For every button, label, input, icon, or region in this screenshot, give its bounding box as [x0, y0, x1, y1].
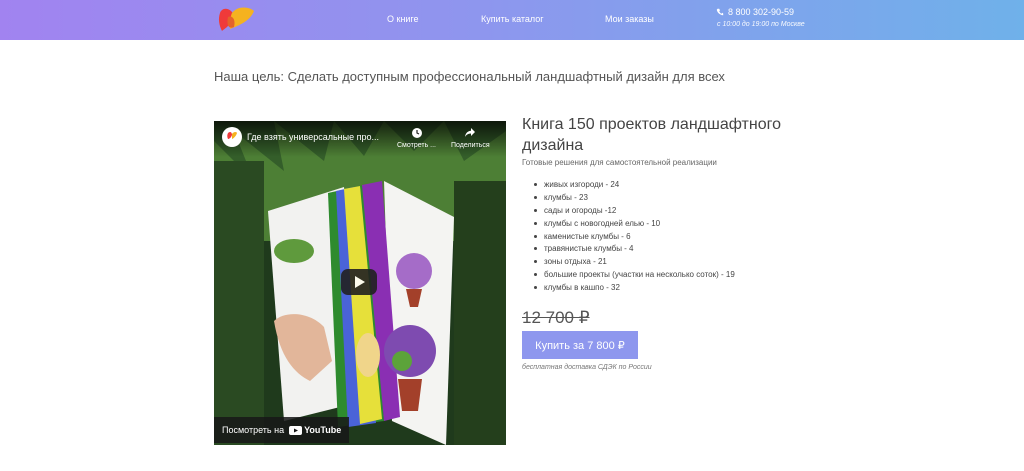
site-header: О книге Купить каталог Мои заказы 8 800 … — [0, 0, 1024, 40]
list-item: живых изгороди - 24 — [534, 180, 735, 193]
list-item: травянистые клумбы - 4 — [534, 244, 735, 257]
youtube-icon — [289, 425, 303, 435]
list-item: клумбы - 23 — [534, 193, 735, 206]
list-item: большие проекты (участки на несколько со… — [534, 270, 735, 283]
youtube-logo: YouTube — [289, 425, 341, 435]
contact-block: 8 800 302-90-59 с 10:00 до 19:00 по Моск… — [716, 7, 805, 28]
product-subtitle: Готовые решения для самостоятельной реал… — [522, 158, 717, 167]
video-title[interactable]: Где взять универсальные про... — [247, 132, 379, 142]
play-button[interactable] — [341, 269, 377, 295]
list-item: клумбы с новогодней елью - 10 — [534, 219, 735, 232]
share-button[interactable]: Поделиться — [451, 127, 490, 149]
channel-logo-icon — [227, 131, 237, 139]
watch-later-button[interactable]: Смотреть ... — [397, 127, 436, 149]
nav-my-orders[interactable]: Мои заказы — [605, 14, 654, 24]
delivery-note: бесплатная доставка СДЭК по России — [522, 364, 652, 371]
watch-on-label: Посмотреть на — [222, 425, 285, 435]
phone-line[interactable]: 8 800 302-90-59 — [716, 7, 805, 17]
share-label: Поделиться — [451, 142, 490, 149]
watch-on-youtube-button[interactable]: Посмотреть на YouTube — [214, 417, 350, 443]
list-item: каменистые клумбы - 6 — [534, 232, 735, 245]
list-item: зоны отдыха - 21 — [534, 257, 735, 270]
logo-icon[interactable] — [216, 5, 258, 33]
share-icon — [465, 128, 476, 137]
working-hours: с 10:00 до 19:00 по Москве — [717, 21, 805, 28]
list-item: клумбы в кашпо - 32 — [534, 283, 735, 296]
buy-button[interactable]: Купить за 7 800 ₽ — [522, 331, 638, 359]
watch-later-label: Смотреть ... — [397, 142, 436, 149]
nav-buy-catalog[interactable]: Купить каталог — [481, 14, 544, 24]
old-price: 12 700 ₽ — [522, 308, 590, 327]
youtube-wordmark: YouTube — [304, 425, 342, 435]
nav-about-book[interactable]: О книге — [387, 14, 419, 24]
clock-icon — [411, 128, 422, 138]
phone-icon — [716, 8, 724, 16]
channel-avatar[interactable] — [222, 127, 242, 147]
product-title: Книга 150 проектов ландшафтного дизайна — [522, 116, 781, 154]
phone-number[interactable]: 8 800 302-90-59 — [728, 7, 794, 17]
goal-heading: Наша цель: Сделать доступным профессиона… — [214, 69, 725, 84]
video-player[interactable]: Где взять универсальные про... Смотреть … — [214, 121, 506, 445]
list-item: сады и огороды -12 — [534, 206, 735, 219]
feature-list: живых изгороди - 24 клумбы - 23 сады и о… — [534, 180, 735, 296]
